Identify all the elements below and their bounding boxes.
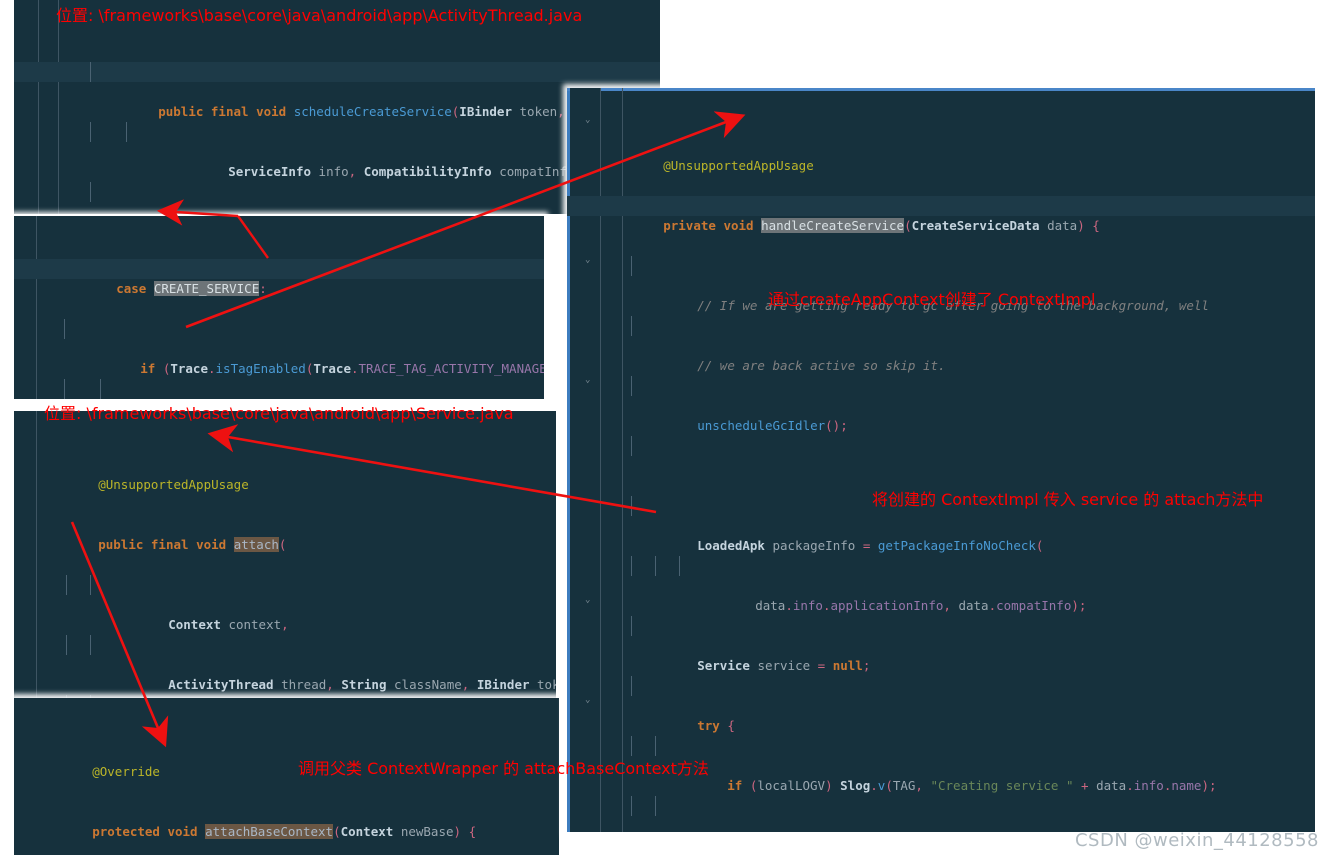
code-line: Context context, — [14, 575, 556, 632]
code-content[interactable]: @UnsupportedAppUsage public final void a… — [14, 415, 556, 702]
code-panel-schedule-create-service: public final void scheduleCreateService(… — [14, 0, 660, 214]
code-content[interactable]: @UnsupportedAppUsage private void handle… — [567, 96, 1315, 832]
code-line: if (Trace.isTagEnabled(Trace.TRACE_TAG_A… — [14, 319, 544, 376]
code-line: data.info.applicationInfo, data.compatIn… — [567, 556, 1315, 613]
code-line: unscheduleGcIdler(); — [567, 376, 1315, 433]
selected-token-create-service: CREATE_SERVICE — [153, 281, 260, 296]
code-line: // If we are getting ready to gc after g… — [567, 256, 1315, 313]
annotation-location-activitythread: 位置: \frameworks\base\core\java\android\a… — [56, 6, 583, 25]
code-line: public final void scheduleCreateService(… — [14, 62, 660, 119]
code-line: case CREATE_SERVICE: — [14, 259, 544, 296]
code-line: ServiceInfo info, CompatibilityInfo comp… — [14, 122, 660, 179]
code-line: if (localLOGV) Slog.v(TAG, "Creating ser… — [567, 736, 1315, 793]
code-panel-handle-create-service: ⌄ ⌄ ⌄ ⌄ ⌄ ⌄ @UnsupportedAppUsage private… — [567, 88, 1315, 832]
code-line: @UnsupportedAppUsage — [98, 477, 249, 492]
code-content[interactable]: public final void scheduleCreateService(… — [14, 22, 660, 214]
annotation-call-super: 调用父类 ContextWrapper 的 attachBaseContext方… — [298, 759, 709, 778]
code-line: private void handleCreateService(CreateS… — [567, 196, 1315, 233]
code-line: // we are back active so skip it. — [567, 316, 1315, 373]
annotation-pass-context-impl: 将创建的 ContextImpl 传入 service 的 attach方法中 — [872, 490, 1264, 509]
code-line: Trace.traceBegin(Trace.TRACE_TAG_ACTIVIT… — [14, 379, 544, 399]
code-line — [567, 796, 1315, 816]
screenshot-root: public final void scheduleCreateService(… — [0, 0, 1325, 855]
code-panel-service-attach: @UnsupportedAppUsage public final void a… — [14, 411, 556, 702]
annotation-location-service: 位置: \frameworks\base\core\java\android\a… — [44, 404, 514, 423]
code-panel-case-create-service: case CREATE_SERVICE: if (Trace.isTagEnab… — [14, 216, 544, 399]
code-line: public final void attach( — [98, 537, 287, 552]
code-line: try { — [567, 676, 1315, 733]
code-line — [567, 436, 1315, 456]
code-line: updateProcessState(processState, false); — [14, 182, 660, 202]
code-line: Service service = null; — [567, 616, 1315, 673]
code-content[interactable]: case CREATE_SERVICE: if (Trace.isTagEnab… — [14, 219, 544, 399]
annotation-create-app-context: 通过createAppContext创建了 ContextImpl — [768, 290, 1096, 309]
watermark: CSDN @weixin_44128558 — [1074, 830, 1319, 851]
panel-accent-top — [567, 88, 1315, 91]
code-line: protected void attachBaseContext(Context… — [92, 824, 477, 839]
selected-token-handle-create-service: handleCreateService — [761, 218, 905, 233]
selected-token-attach-base-context-def: attachBaseContext — [205, 824, 334, 839]
code-line: @UnsupportedAppUsage — [663, 158, 814, 173]
selected-token-attach: attach — [233, 537, 279, 552]
code-line: ActivityThread thread, String className,… — [14, 635, 556, 692]
